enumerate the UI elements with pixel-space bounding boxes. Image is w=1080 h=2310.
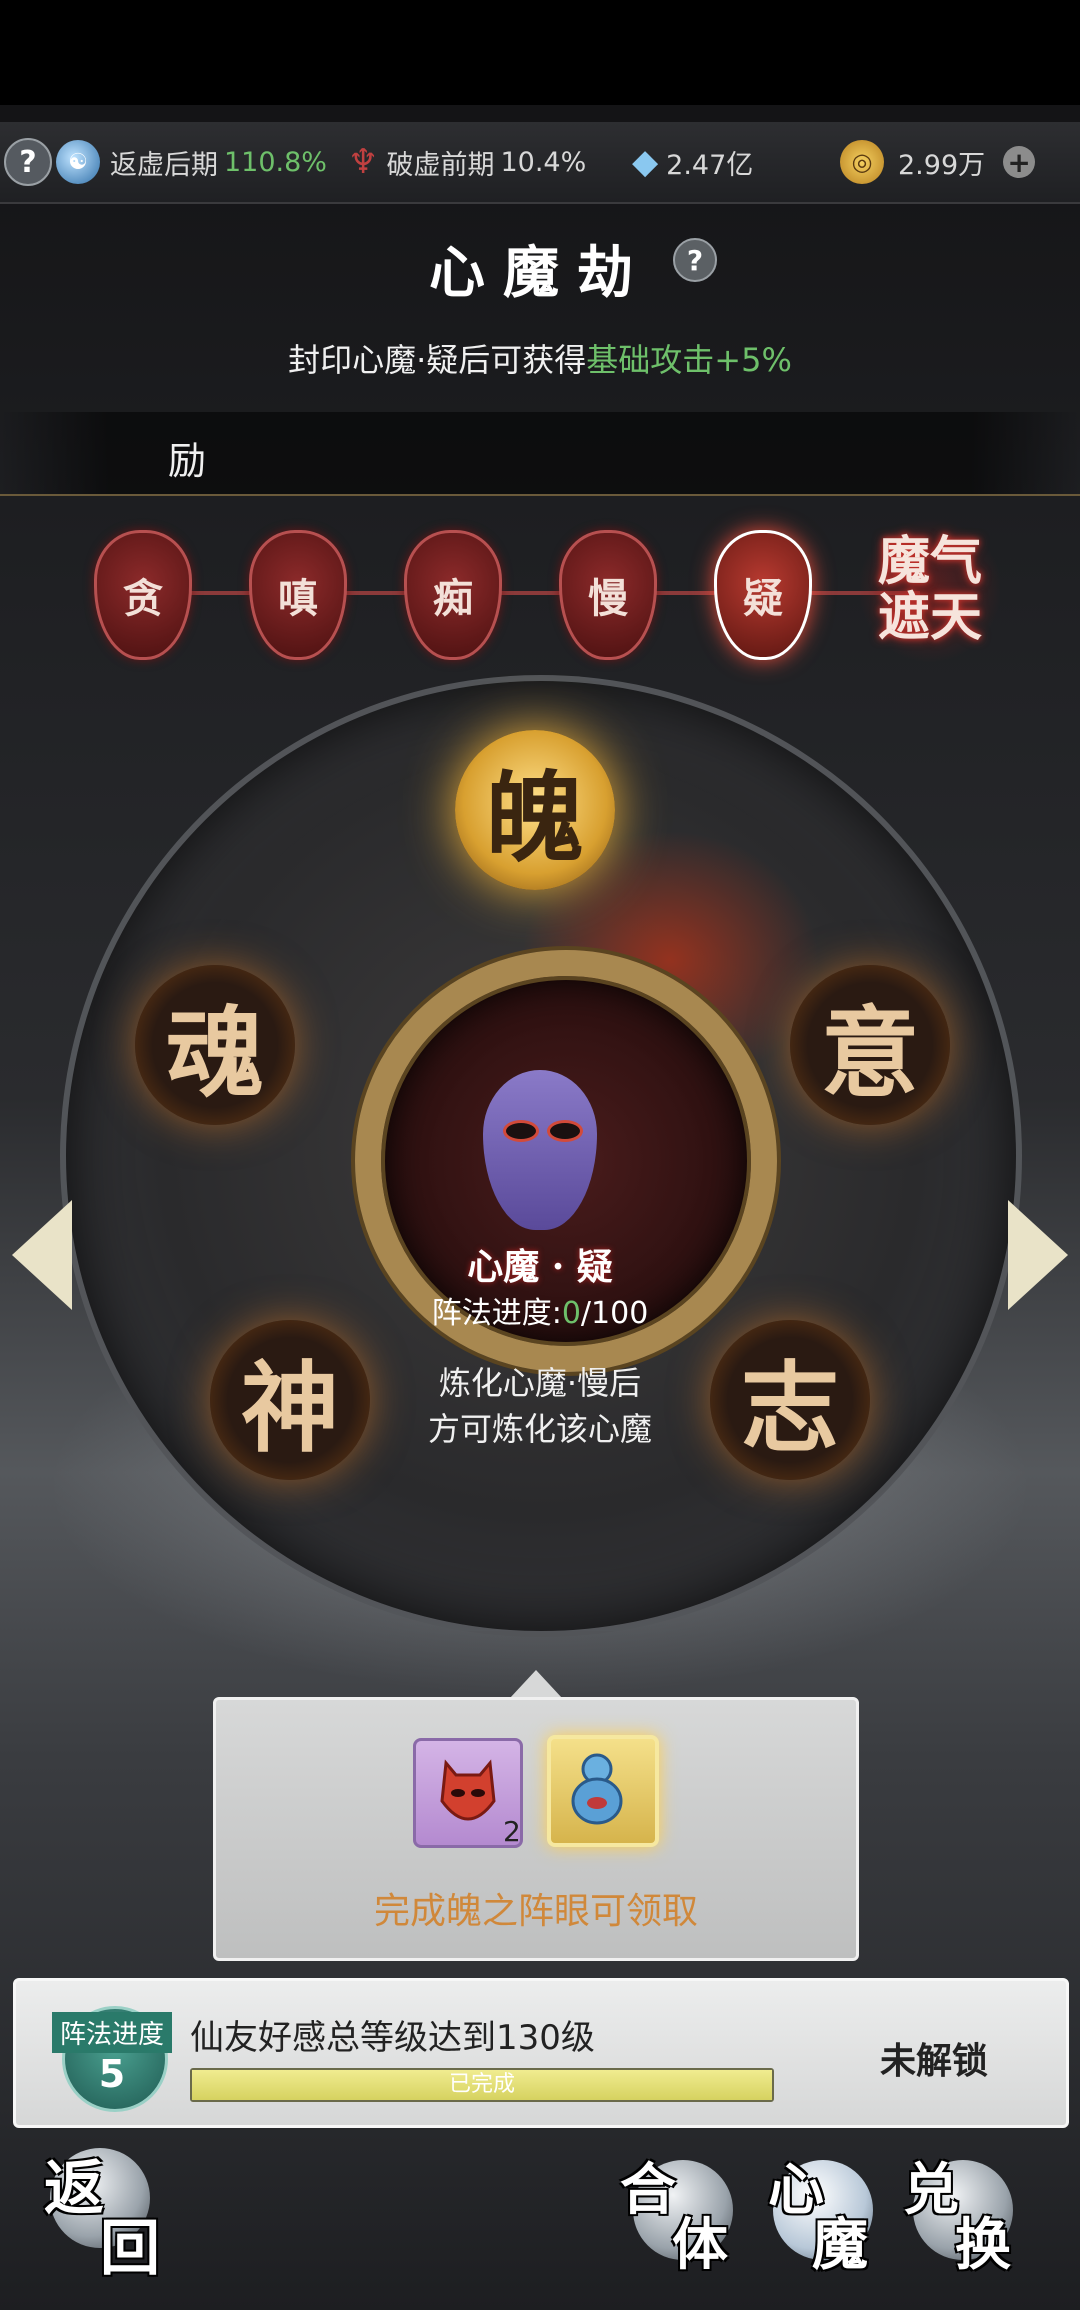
mask-left-eye [503, 1120, 539, 1142]
combine-button-char1[interactable]: 合 [620, 2145, 676, 2226]
spirit-gourd-item[interactable] [547, 1735, 659, 1847]
title-help-button[interactable]: ? [673, 238, 717, 282]
blade-icon: ♆ [348, 142, 379, 182]
center-progress: 阵法进度:0/100 [0, 1288, 1080, 1332]
center-progress-total: /100 [580, 1296, 649, 1331]
question-icon: ? [4, 138, 52, 186]
popup-pointer [510, 1670, 562, 1698]
add-coin-button[interactable]: + [1003, 146, 1036, 179]
final-stage-line1: 魔气 [877, 531, 982, 592]
coin-value: 2.99万 [898, 149, 986, 181]
coin-resource[interactable]: ◎ 2.99万 + [840, 122, 1036, 202]
yin-yang-icon: ☯ [56, 140, 100, 184]
spirit-stone[interactable]: ◆ 2.47亿 [632, 122, 753, 202]
center-progress-label: 阵法进度: [431, 1296, 562, 1331]
center-progress-value: 0 [561, 1296, 581, 1331]
status-bar [0, 0, 1080, 105]
task-badge-number: 5 [98, 2052, 126, 2096]
node-hun[interactable]: 魂 [135, 965, 295, 1125]
center-desc-line2: 方可炼化该心魔 [427, 1410, 652, 1448]
seal-reward-text: 封印心魔·疑后可获得基础攻击+5% [0, 335, 1080, 381]
exchange-button-char1[interactable]: 兑 [903, 2145, 959, 2226]
page-title: 心魔劫 [429, 240, 651, 306]
next-arrow-icon[interactable] [1008, 1200, 1068, 1310]
coin-icon: ◎ [840, 140, 884, 184]
back-button-char2[interactable]: 回 [100, 2200, 160, 2287]
reward-banner [0, 412, 1080, 496]
node-yi[interactable]: 意 [790, 965, 950, 1125]
gourd-icon [571, 1753, 623, 1825]
back-button-char1[interactable]: 返 [44, 2140, 104, 2227]
task-badge-label: 阵法进度 [52, 2012, 172, 2053]
spirit-stone-value: 2.47亿 [666, 149, 754, 181]
heart-demon-button-char2[interactable]: 魔 [812, 2200, 868, 2281]
node-po[interactable]: 魄 [455, 730, 615, 890]
task-status[interactable]: 未解锁 [880, 2032, 988, 2084]
seal-reward-bonus: 基础攻击+5% [586, 341, 792, 379]
prev-arrow-icon[interactable] [12, 1200, 72, 1310]
combine-button-char2[interactable]: 体 [672, 2200, 728, 2281]
task-progress-label: 已完成 [448, 2072, 515, 2097]
popup-claim-text: 完成魄之阵眼可领取 [373, 1891, 698, 1932]
center-description: 炼化心魔·慢后 方可炼化该心魔 [0, 1360, 1080, 1452]
help-button[interactable]: ? [4, 122, 52, 202]
final-stage[interactable]: 魔气 遮天 [860, 515, 1000, 665]
exchange-button-char2[interactable]: 换 [955, 2200, 1011, 2281]
item-count: 2 [503, 1815, 521, 1848]
seal-reward-prefix: 封印心魔·疑后可获得 [288, 341, 587, 379]
final-stage-line2: 遮天 [877, 587, 982, 648]
mask-right-eye [547, 1120, 583, 1142]
cultivation-label: 返虚后期 [110, 149, 218, 181]
task-description: 仙友好感总等级达到130级 [190, 2018, 595, 2058]
center-desc-line1: 炼化心魔·慢后 [438, 1364, 642, 1402]
task-progress-bar: 已完成 [190, 2068, 774, 2102]
breakthrough-value: 10.4% [500, 146, 587, 178]
cultivation-value: 110.8% [224, 146, 327, 178]
center-title: 心魔 · 疑 [467, 1246, 613, 1288]
breakthrough-level[interactable]: ♆ 破虚前期 10.4% [348, 122, 586, 202]
crystal-icon: ◆ [632, 142, 659, 182]
reward-banner-text: 励 [168, 439, 207, 483]
breakthrough-label: 破虚前期 [386, 149, 495, 181]
cultivation-level[interactable]: ☯ 返虚后期 110.8% [56, 122, 327, 202]
